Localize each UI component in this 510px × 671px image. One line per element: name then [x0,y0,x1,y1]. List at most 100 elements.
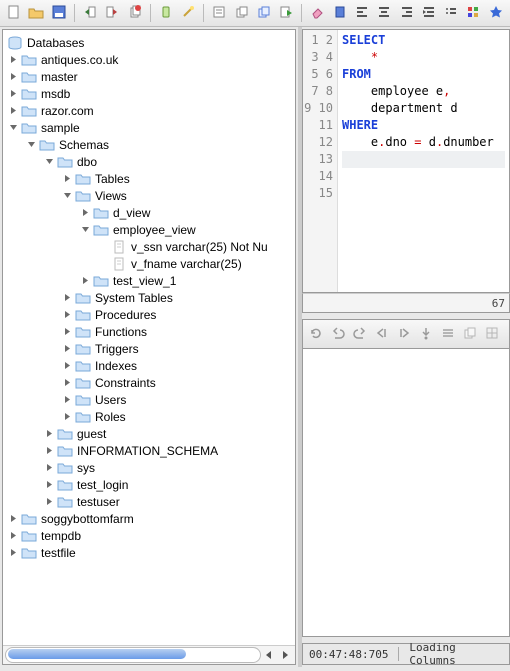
code-line[interactable]: SELECT [342,32,505,49]
indent-button[interactable] [419,2,439,24]
tree-item[interactable]: testfile [7,544,295,561]
star-button[interactable] [486,2,506,24]
book-button[interactable] [330,2,350,24]
disclosure-closed-icon[interactable] [7,105,19,117]
tree-item[interactable]: tempdb [7,527,295,544]
tree-item[interactable]: System Tables [61,289,295,306]
scroll-left-icon[interactable] [262,648,276,662]
tree-item[interactable]: razor.com [7,102,295,119]
disclosure-closed-icon[interactable] [7,547,19,559]
disclosure-closed-icon[interactable] [61,360,73,372]
disclosure-closed-icon[interactable] [61,309,73,321]
align-center-button[interactable] [374,2,394,24]
disclosure-closed-icon[interactable] [7,88,19,100]
tree-item[interactable]: test_view_1 [79,272,295,289]
step-into-button[interactable] [417,325,435,343]
tree-item[interactable]: sample [7,119,295,136]
disclosure-closed-icon[interactable] [61,173,73,185]
code-line[interactable]: FROM [342,66,505,83]
disclosure-open-icon[interactable] [25,139,37,151]
tree-item[interactable]: Schemas [25,136,295,153]
code-line[interactable]: department d [342,100,505,117]
code-line[interactable]: employee e, [342,83,505,100]
copy2-button[interactable] [254,2,274,24]
eraser-button[interactable] [307,2,327,24]
disclosure-closed-icon[interactable] [7,513,19,525]
disclosure-closed-icon[interactable] [43,496,55,508]
tree-item[interactable]: Users [61,391,295,408]
tree-item[interactable]: Constraints [61,374,295,391]
tree-item[interactable]: dbo [43,153,295,170]
code-line[interactable]: * [342,49,505,66]
tree-item[interactable]: sys [43,459,295,476]
import-left-button[interactable] [80,2,100,24]
sql-editor[interactable]: 1 2 3 4 5 6 7 8 9 10 11 12 13 14 15 SELE… [302,29,510,293]
results-panel[interactable] [302,349,510,637]
tree-item[interactable]: Procedures [61,306,295,323]
disclosure-open-icon[interactable] [61,190,73,202]
disclosure-closed-icon[interactable] [61,394,73,406]
code-line[interactable] [342,168,505,185]
disclosure-closed-icon[interactable] [61,377,73,389]
tree-item[interactable]: test_login [43,476,295,493]
run-button[interactable] [276,2,296,24]
copy-button[interactable] [461,325,479,343]
palette-button[interactable] [463,2,483,24]
battery-button[interactable] [156,2,176,24]
rows-button[interactable] [439,325,457,343]
code-line[interactable] [342,270,505,287]
step-fwd-button[interactable] [395,325,413,343]
tree-item[interactable]: antiques.co.uk [7,51,295,68]
disclosure-closed-icon[interactable] [79,207,91,219]
disclosure-closed-icon[interactable] [61,326,73,338]
tree-item[interactable]: msdb [7,85,295,102]
scroll-right-icon[interactable] [278,648,292,662]
code-line[interactable]: e.dno = d.dnumber [342,134,505,151]
tree-item[interactable]: master [7,68,295,85]
disclosure-closed-icon[interactable] [43,428,55,440]
copy-db-button[interactable] [124,2,144,24]
tree-item[interactable]: soggybottomfarm [7,510,295,527]
align-right-button[interactable] [396,2,416,24]
tree-item[interactable]: v_fname varchar(25) [97,255,295,272]
disclosure-closed-icon[interactable] [61,292,73,304]
code-area[interactable]: SELECT *FROM employee e, department dWHE… [338,30,509,292]
tree-item[interactable]: Views [61,187,295,204]
align-left-button[interactable] [352,2,372,24]
code-line[interactable] [342,219,505,236]
tree-item[interactable]: Indexes [61,357,295,374]
disclosure-closed-icon[interactable] [61,411,73,423]
undo-button[interactable] [329,325,347,343]
notes-button[interactable] [209,2,229,24]
tree-item[interactable]: employee_view [79,221,295,238]
code-line[interactable] [342,236,505,253]
disclosure-closed-icon[interactable] [43,462,55,474]
code-line[interactable]: WHERE [342,117,505,134]
code-line[interactable] [342,202,505,219]
disclosure-closed-icon[interactable] [7,530,19,542]
scrollbar-thumb[interactable] [8,649,186,659]
tree-item[interactable]: guest [43,425,295,442]
open-button[interactable] [26,2,46,24]
tree-item[interactable]: testuser [43,493,295,510]
step-back-button[interactable] [373,325,391,343]
tree-hscroll[interactable] [3,645,295,664]
tree-item[interactable]: v_ssn varchar(25) Not Nu [97,238,295,255]
wand-button[interactable] [178,2,198,24]
tree-item[interactable]: INFORMATION_SCHEMA [43,442,295,459]
tree-root[interactable]: Databases [7,34,295,51]
code-line[interactable] [342,185,505,202]
new-button[interactable] [4,2,24,24]
disclosure-open-icon[interactable] [7,122,19,134]
refresh-button[interactable] [307,325,325,343]
tree-item[interactable]: Roles [61,408,295,425]
scrollbar-track[interactable] [5,647,261,663]
import-right-button[interactable] [102,2,122,24]
copy-button[interactable] [231,2,251,24]
disclosure-open-icon[interactable] [43,156,55,168]
database-tree[interactable]: Databasesantiques.co.ukmastermsdbrazor.c… [3,30,295,645]
disclosure-closed-icon[interactable] [43,479,55,491]
grid-button[interactable] [483,325,501,343]
disclosure-closed-icon[interactable] [7,71,19,83]
code-line[interactable] [342,253,505,270]
